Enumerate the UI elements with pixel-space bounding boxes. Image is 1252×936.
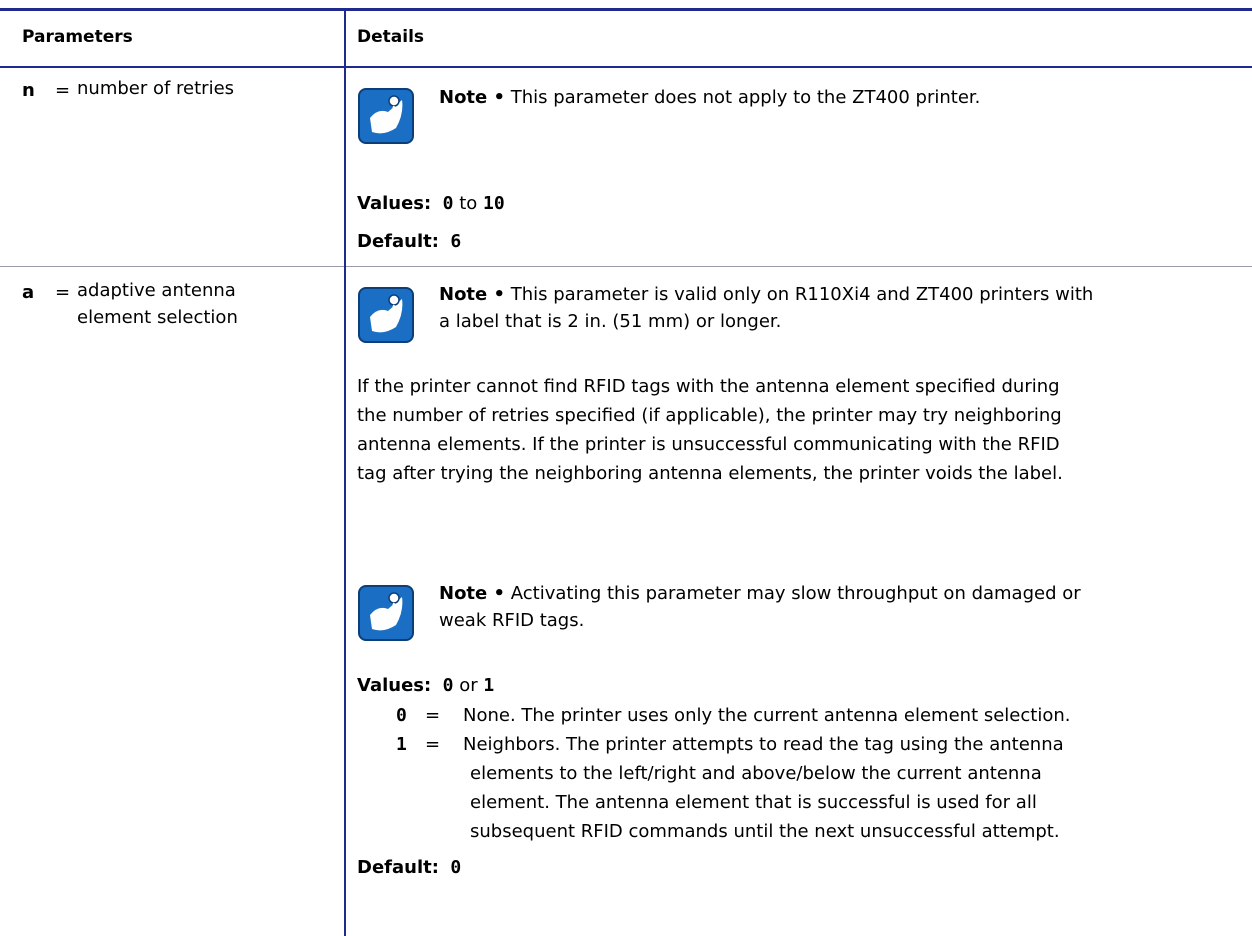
values-to: to: [459, 193, 478, 214]
option-key-1: 1: [396, 734, 407, 755]
note-text-row2a: Note • This parameter is valid only on R…: [439, 281, 1093, 308]
note-pad-icon: [358, 585, 414, 641]
paragraph-line: tag after trying the neighboring antenna…: [357, 463, 1063, 484]
header-parameters: Parameters: [22, 27, 133, 47]
default-row-a: Default: 0: [357, 854, 461, 881]
param-a: a: [22, 282, 35, 303]
default-row-n: Default: 6: [357, 228, 461, 255]
option-equals-0: =: [425, 705, 441, 726]
note-text-row1: Note • This parameter does not apply to …: [439, 84, 980, 111]
values-option-b: 1: [483, 675, 495, 696]
values-or: or: [459, 675, 478, 696]
header-details: Details: [357, 27, 425, 47]
note-text-row2b: Note • Activating this parameter may slo…: [439, 580, 1081, 607]
values-max: 10: [483, 193, 505, 214]
note-text-row2b-line2: weak RFID tags.: [439, 610, 585, 631]
note-body: This parameter is valid only on R110Xi4 …: [510, 284, 1094, 305]
note-body: Activating this parameter may slow throu…: [510, 583, 1081, 604]
default-label: Default:: [357, 231, 439, 252]
option-text-0: None. The printer uses only the current …: [463, 705, 1071, 726]
default-label: Default:: [357, 857, 439, 878]
option-text-1: subsequent RFID commands until the next …: [470, 821, 1060, 842]
option-text-1: Neighbors. The printer attempts to read …: [463, 734, 1064, 755]
param-description-line2: element selection: [77, 307, 238, 328]
param-description: number of retries: [77, 78, 235, 99]
row-divider: [0, 266, 1252, 267]
note-label: Note •: [439, 284, 506, 305]
param-equals: =: [55, 80, 71, 101]
note-label: Note •: [439, 87, 506, 108]
option-text-1: elements to the left/right and above/bel…: [470, 763, 1042, 784]
default-value: 6: [450, 231, 462, 252]
option-key-0: 0: [396, 705, 407, 726]
param-description-line1: adaptive antenna: [77, 280, 236, 301]
option-equals-1: =: [425, 734, 441, 755]
values-label: Values:: [357, 193, 432, 214]
note-pad-icon: [358, 287, 414, 343]
param-n: n: [22, 80, 35, 101]
note-label: Note •: [439, 583, 506, 604]
values-label: Values:: [357, 675, 432, 696]
column-divider: [344, 8, 346, 936]
param-equals: =: [55, 282, 71, 303]
table-top-rule: [0, 8, 1252, 11]
note-body: This parameter does not apply to the ZT4…: [510, 87, 981, 108]
note-pad-icon: [358, 88, 414, 144]
default-value: 0: [450, 857, 462, 878]
paragraph-line: antenna elements. If the printer is unsu…: [357, 434, 1060, 455]
paragraph-line: If the printer cannot find RFID tags wit…: [357, 376, 1060, 397]
values-row-n: Values: 0 to 10: [357, 190, 505, 217]
option-text-1: element. The antenna element that is suc…: [470, 792, 1037, 813]
paragraph-line: the number of retries specified (if appl…: [357, 405, 1062, 426]
values-min: 0: [442, 193, 454, 214]
values-option-a: 0: [442, 675, 454, 696]
header-bottom-rule: [0, 66, 1252, 68]
note-text-row2a-line2: a label that is 2 in. (51 mm) or longer.: [439, 311, 782, 332]
values-row-a: Values: 0 or 1: [357, 672, 494, 699]
